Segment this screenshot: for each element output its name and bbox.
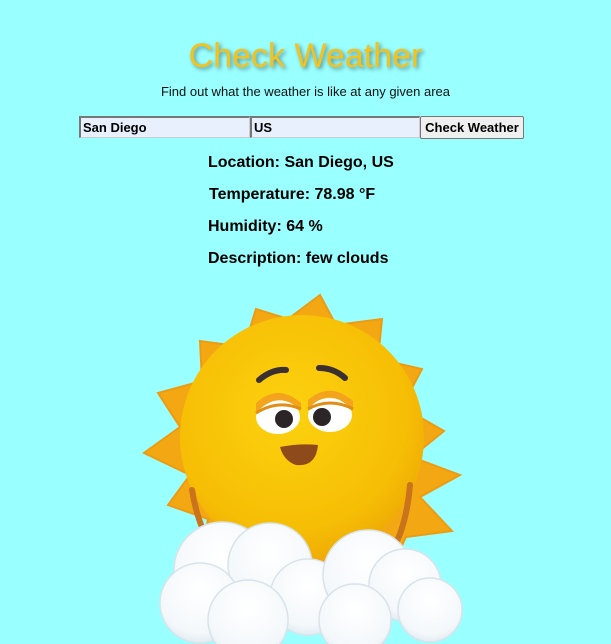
page-subtitle: Find out what the weather is like at any… <box>160 84 451 99</box>
check-weather-button[interactable]: Check Weather <box>420 116 524 139</box>
humidity-text: Humidity: 64 % <box>208 218 323 235</box>
sun-behind-clouds-icon <box>142 293 463 644</box>
description-text: Description: few clouds <box>208 250 389 267</box>
temperature-text: Temperature: 78.98 °F <box>209 186 376 203</box>
location-text: Location: San Diego, US <box>208 154 394 171</box>
page-title: Check Weather <box>188 37 423 75</box>
country-input[interactable] <box>250 116 420 138</box>
weather-form: Check Weather <box>79 116 524 139</box>
city-input[interactable] <box>79 116 250 138</box>
